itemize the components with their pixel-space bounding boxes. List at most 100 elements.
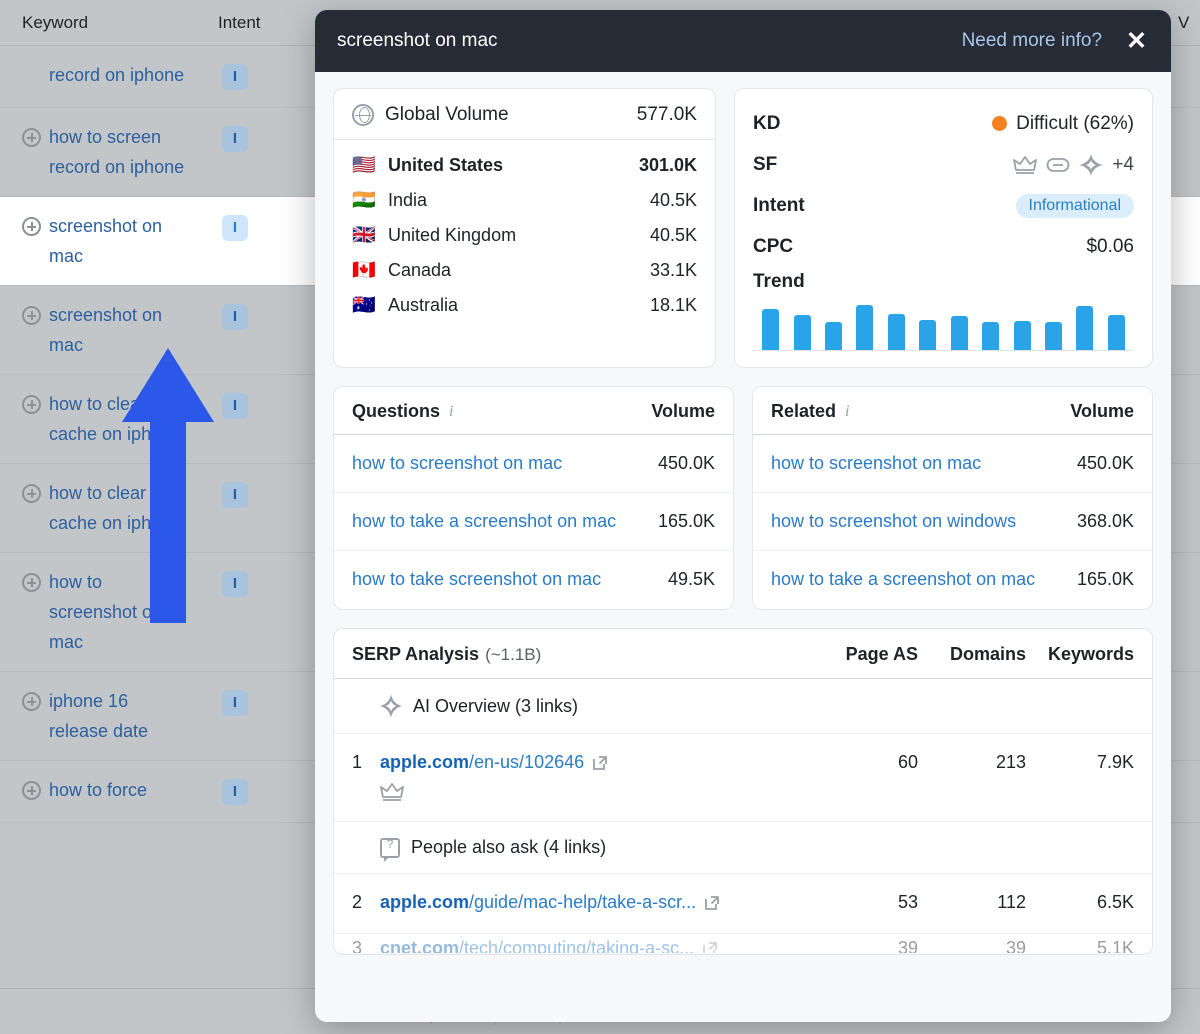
- status-badge: I: [222, 482, 248, 508]
- serp-keywords: 5.1K: [1096, 938, 1134, 954]
- table-row[interactable]: how to screenshot on windows 368.0K: [753, 493, 1152, 551]
- external-link-icon[interactable]: [703, 891, 720, 919]
- kd-row: KD Difficult (62%): [753, 103, 1134, 144]
- trend-bar-slot: [1069, 303, 1100, 350]
- table-row[interactable]: 2 apple.com/guide/mac-help/take-a-scr...…: [334, 874, 1152, 934]
- add-keyword-icon[interactable]: [22, 484, 41, 503]
- trend-bar: [1076, 305, 1094, 350]
- list-item[interactable]: 🇬🇧 United Kingdom 40.5K: [334, 218, 715, 253]
- serp-page-as: 60: [897, 752, 918, 772]
- flag-icon: 🇦🇺: [352, 295, 376, 316]
- add-keyword-icon[interactable]: [22, 306, 41, 325]
- table-row[interactable]: how to screenshot on mac 450.0K: [334, 435, 733, 493]
- trend-bar-slot: [975, 303, 1006, 350]
- add-keyword-icon[interactable]: [22, 692, 41, 711]
- external-link-icon[interactable]: [591, 751, 608, 779]
- add-keyword-icon[interactable]: [22, 217, 41, 236]
- table-row[interactable]: how to take a screenshot on mac 165.0K: [753, 551, 1152, 609]
- add-keyword-icon[interactable]: [22, 573, 41, 592]
- keyword-text[interactable]: iphone 16 release date: [49, 686, 189, 746]
- add-keyword-icon[interactable]: [22, 128, 41, 147]
- keyword-cell: how to screenshot on mac: [22, 567, 222, 657]
- table-row[interactable]: how to screenshot on mac 450.0K: [753, 435, 1152, 493]
- column-header-page-as[interactable]: Page AS: [806, 644, 918, 665]
- external-link-icon[interactable]: [701, 937, 718, 953]
- column-header-keyword[interactable]: Keyword: [22, 13, 218, 33]
- sf-more-count[interactable]: +4: [1112, 154, 1134, 176]
- serp-feature-people-also-ask[interactable]: People also ask (4 links): [334, 822, 1152, 874]
- serp-feature-badges: [380, 782, 806, 807]
- keyword-link[interactable]: how to take a screenshot on mac: [771, 564, 1067, 594]
- column-header-volume[interactable]: V: [1178, 13, 1189, 33]
- keyword-link[interactable]: how to screenshot on windows: [771, 506, 1067, 536]
- info-icon[interactable]: i: [845, 403, 849, 421]
- people-also-ask-icon: [380, 837, 400, 862]
- crown-icon[interactable]: [1013, 155, 1038, 175]
- keyword-cell: how to screen record on iphone: [22, 122, 222, 182]
- keyword-text[interactable]: how to force: [49, 775, 147, 808]
- trend-bar: [982, 321, 1000, 350]
- table-row[interactable]: how to take screenshot on mac 49.5K: [334, 551, 733, 609]
- close-icon[interactable]: ✕: [1126, 28, 1147, 54]
- trend-bar: [950, 316, 968, 350]
- serp-url[interactable]: cnet.com/tech/computing/taking-a-sc...: [380, 937, 718, 953]
- keyword-text[interactable]: how to screen record on iphone: [49, 122, 189, 182]
- keyword-volume: 450.0K: [1076, 453, 1134, 473]
- kd-value: Difficult (62%): [1016, 112, 1134, 134]
- questions-list: how to screenshot on mac 450.0K how to tak…: [334, 435, 733, 609]
- add-keyword-icon[interactable]: [22, 395, 41, 414]
- keyword-cell: how to clear cache on iphone: [22, 478, 222, 538]
- keyword-text[interactable]: how to clear cache on iphone: [49, 389, 189, 449]
- flag-icon: 🇮🇳: [352, 190, 376, 211]
- need-more-info-link[interactable]: Need more info?: [962, 30, 1102, 52]
- info-icon[interactable]: i: [449, 403, 453, 421]
- add-keyword-icon[interactable]: [22, 781, 41, 800]
- table-row[interactable]: 1 apple.com/en-us/102646 60 213 7.9K: [334, 734, 1152, 822]
- table-row[interactable]: how to take a screenshot on mac 165.0K: [334, 493, 733, 551]
- keyword-text[interactable]: screenshot on mac: [49, 211, 189, 271]
- serp-rank: 2: [352, 892, 363, 912]
- table-row[interactable]: 3 cnet.com/tech/computing/taking-a-sc...…: [334, 934, 1152, 954]
- keyword-text[interactable]: how to screenshot on mac: [49, 567, 189, 657]
- keyword-volume: 368.0K: [1076, 511, 1134, 531]
- list-item[interactable]: 🇺🇸 United States 301.0K: [334, 148, 715, 183]
- keyword-volume: 165.0K: [657, 511, 715, 531]
- keyword-link[interactable]: how to screenshot on mac: [352, 448, 648, 478]
- questions-volume-header: Volume: [651, 401, 715, 421]
- keyword-text[interactable]: how to clear cache on iphone: [49, 478, 189, 538]
- serp-url[interactable]: apple.com/guide/mac-help/take-a-scr...: [380, 892, 720, 912]
- intent-label: Intent: [753, 194, 805, 216]
- modal-body: Global Volume 577.0K 🇺🇸 United States 301.…: [315, 72, 1171, 1022]
- link-icon[interactable]: [1046, 155, 1070, 175]
- list-item[interactable]: 🇨🇦 Canada 33.1K: [334, 253, 715, 288]
- serp-feature-ai-overview[interactable]: AI Overview (3 links): [334, 679, 1152, 734]
- ai-diamond-icon[interactable]: [1079, 153, 1104, 176]
- related-card: Related i Volume how to screenshot on ma…: [752, 386, 1153, 610]
- keyword-link[interactable]: how to take screenshot on mac: [352, 564, 658, 594]
- keyword-text[interactable]: record on iphone: [49, 60, 184, 93]
- list-item[interactable]: 🇦🇺 Australia 18.1K: [334, 288, 715, 323]
- column-header-keywords[interactable]: Keywords: [1026, 644, 1134, 665]
- status-badge: I: [222, 779, 248, 805]
- keyword-text[interactable]: screenshot on mac: [49, 300, 189, 360]
- column-header-domains[interactable]: Domains: [918, 644, 1026, 665]
- list-item[interactable]: 🇮🇳 India 40.5K: [334, 183, 715, 218]
- keyword-cell: iphone 16 release date: [22, 686, 222, 746]
- keyword-link[interactable]: how to screenshot on mac: [771, 448, 1067, 478]
- status-badge: I: [222, 304, 248, 330]
- serp-analysis-title: SERP Analysis: [352, 644, 480, 664]
- cpc-value: $0.06: [1086, 235, 1134, 257]
- status-badge: I: [222, 393, 248, 419]
- serp-url[interactable]: apple.com/en-us/102646: [380, 752, 608, 772]
- serp-path: /en-us/102646: [469, 752, 585, 772]
- flag-icon: 🇬🇧: [352, 225, 376, 246]
- keyword-volume: 49.5K: [667, 569, 715, 589]
- ai-overview-label: AI Overview (3 links): [413, 695, 579, 716]
- keyword-cell: how to force: [22, 775, 222, 808]
- serp-url-wrap: cnet.com/tech/computing/taking-a-sc...: [380, 934, 806, 953]
- trend-bar-slot: [881, 303, 912, 350]
- serp-page-as: 39: [897, 938, 918, 954]
- country-volume: 40.5K: [649, 190, 697, 210]
- trend-bar: [1013, 320, 1031, 350]
- keyword-link[interactable]: how to take a screenshot on mac: [352, 506, 648, 536]
